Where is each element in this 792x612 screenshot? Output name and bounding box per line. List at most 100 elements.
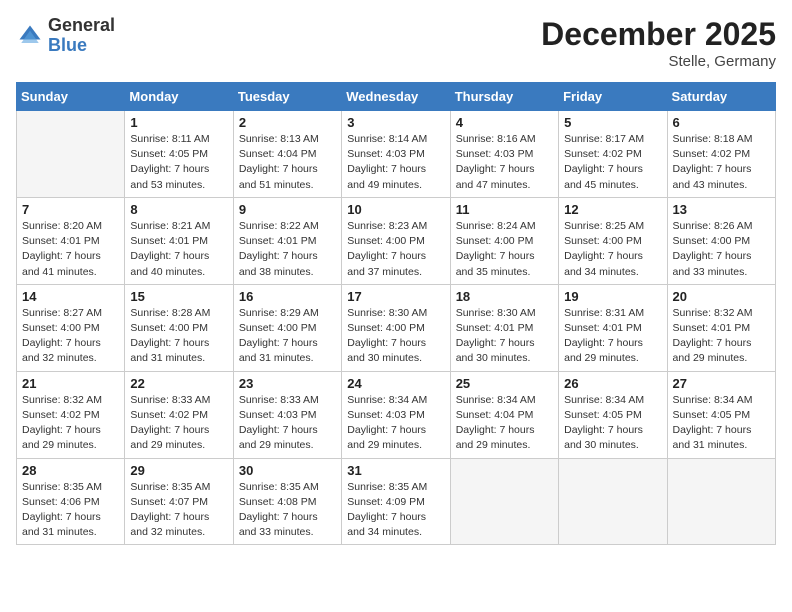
day-info: Sunrise: 8:32 AMSunset: 4:02 PMDaylight:…	[22, 393, 119, 454]
day-cell: 25 Sunrise: 8:34 AMSunset: 4:04 PMDayligh…	[450, 371, 558, 458]
day-info: Sunrise: 8:21 AMSunset: 4:01 PMDaylight:…	[130, 219, 227, 280]
day-number: 7	[22, 202, 119, 217]
day-header-sunday: Sunday	[17, 83, 125, 111]
day-cell: 26 Sunrise: 8:34 AMSunset: 4:05 PMDayligh…	[559, 371, 667, 458]
logo: General Blue	[16, 16, 115, 56]
day-cell: 10 Sunrise: 8:23 AMSunset: 4:00 PMDayligh…	[342, 197, 450, 284]
day-info: Sunrise: 8:34 AMSunset: 4:03 PMDaylight:…	[347, 393, 444, 454]
day-cell: 5 Sunrise: 8:17 AMSunset: 4:02 PMDaylight…	[559, 111, 667, 198]
day-header-thursday: Thursday	[450, 83, 558, 111]
day-number: 21	[22, 376, 119, 391]
day-header-saturday: Saturday	[667, 83, 775, 111]
day-cell: 23 Sunrise: 8:33 AMSunset: 4:03 PMDayligh…	[233, 371, 341, 458]
day-cell	[667, 458, 775, 545]
day-number: 24	[347, 376, 444, 391]
day-cell: 16Sunrise: 8:29 AMSunset: 4:00 PMDayligh…	[233, 284, 341, 371]
logo-icon	[16, 22, 44, 50]
day-number: 30	[239, 463, 336, 478]
day-cell: 21 Sunrise: 8:32 AMSunset: 4:02 PMDayligh…	[17, 371, 125, 458]
calendar-table: SundayMondayTuesdayWednesdayThursdayFrid…	[16, 82, 776, 545]
day-number: 28	[22, 463, 119, 478]
day-cell	[559, 458, 667, 545]
day-info: Sunrise: 8:34 AMSunset: 4:05 PMDaylight:…	[564, 393, 661, 454]
day-cell: 4 Sunrise: 8:16 AMSunset: 4:03 PMDaylight…	[450, 111, 558, 198]
day-info: Sunrise: 8:28 AMSunset: 4:00 PMDaylight:…	[130, 306, 227, 367]
day-info: Sunrise: 8:22 AMSunset: 4:01 PMDaylight:…	[239, 219, 336, 280]
logo-blue-text: Blue	[48, 35, 87, 55]
day-cell	[450, 458, 558, 545]
day-cell: 17 Sunrise: 8:30 AMSunset: 4:00 PMDayligh…	[342, 284, 450, 371]
day-info: Sunrise: 8:35 AMSunset: 4:07 PMDaylight:…	[130, 480, 227, 541]
day-cell: 12 Sunrise: 8:25 AMSunset: 4:00 PMDayligh…	[559, 197, 667, 284]
day-cell: 24 Sunrise: 8:34 AMSunset: 4:03 PMDayligh…	[342, 371, 450, 458]
day-cell	[17, 111, 125, 198]
day-info: Sunrise: 8:35 AMSunset: 4:06 PMDaylight:…	[22, 480, 119, 541]
day-number: 20	[673, 289, 770, 304]
day-cell: 3Sunrise: 8:14 AMSunset: 4:03 PMDaylight…	[342, 111, 450, 198]
day-number: 17	[347, 289, 444, 304]
day-number: 27	[673, 376, 770, 391]
day-number: 1	[130, 115, 227, 130]
day-info: Sunrise: 8:35 AMSunset: 4:09 PMDaylight:…	[347, 480, 444, 541]
week-row-2: 7Sunrise: 8:20 AMSunset: 4:01 PMDaylight…	[17, 197, 776, 284]
day-number: 22	[130, 376, 227, 391]
day-info: Sunrise: 8:11 AMSunset: 4:05 PMDaylight:…	[130, 132, 227, 193]
day-number: 4	[456, 115, 553, 130]
day-number: 29	[130, 463, 227, 478]
day-info: Sunrise: 8:33 AMSunset: 4:03 PMDaylight:…	[239, 393, 336, 454]
day-cell: 15Sunrise: 8:28 AMSunset: 4:00 PMDayligh…	[125, 284, 233, 371]
day-cell: 22Sunrise: 8:33 AMSunset: 4:02 PMDayligh…	[125, 371, 233, 458]
day-number: 12	[564, 202, 661, 217]
day-number: 23	[239, 376, 336, 391]
day-info: Sunrise: 8:24 AMSunset: 4:00 PMDaylight:…	[456, 219, 553, 280]
day-info: Sunrise: 8:31 AMSunset: 4:01 PMDaylight:…	[564, 306, 661, 367]
day-header-friday: Friday	[559, 83, 667, 111]
calendar-subtitle: Stelle, Germany	[541, 53, 776, 70]
day-cell: 20 Sunrise: 8:32 AMSunset: 4:01 PMDayligh…	[667, 284, 775, 371]
day-info: Sunrise: 8:30 AMSunset: 4:00 PMDaylight:…	[347, 306, 444, 367]
title-block: December 2025 Stelle, Germany	[541, 16, 776, 70]
day-cell: 1 Sunrise: 8:11 AMSunset: 4:05 PMDaylight…	[125, 111, 233, 198]
day-number: 19	[564, 289, 661, 304]
day-cell: 30Sunrise: 8:35 AMSunset: 4:08 PMDayligh…	[233, 458, 341, 545]
day-number: 13	[673, 202, 770, 217]
day-number: 6	[673, 115, 770, 130]
week-row-1: 1 Sunrise: 8:11 AMSunset: 4:05 PMDaylight…	[17, 111, 776, 198]
week-row-3: 14Sunrise: 8:27 AMSunset: 4:00 PMDayligh…	[17, 284, 776, 371]
day-header-tuesday: Tuesday	[233, 83, 341, 111]
day-info: Sunrise: 8:32 AMSunset: 4:01 PMDaylight:…	[673, 306, 770, 367]
day-cell: 28 Sunrise: 8:35 AMSunset: 4:06 PMDayligh…	[17, 458, 125, 545]
day-cell: 13Sunrise: 8:26 AMSunset: 4:00 PMDayligh…	[667, 197, 775, 284]
day-info: Sunrise: 8:13 AMSunset: 4:04 PMDaylight:…	[239, 132, 336, 193]
calendar-title: December 2025	[541, 16, 776, 53]
day-info: Sunrise: 8:25 AMSunset: 4:00 PMDaylight:…	[564, 219, 661, 280]
day-header-monday: Monday	[125, 83, 233, 111]
day-info: Sunrise: 8:27 AMSunset: 4:00 PMDaylight:…	[22, 306, 119, 367]
day-cell: 6 Sunrise: 8:18 AMSunset: 4:02 PMDaylight…	[667, 111, 775, 198]
day-info: Sunrise: 8:34 AMSunset: 4:04 PMDaylight:…	[456, 393, 553, 454]
day-number: 9	[239, 202, 336, 217]
day-cell: 19 Sunrise: 8:31 AMSunset: 4:01 PMDayligh…	[559, 284, 667, 371]
day-info: Sunrise: 8:14 AMSunset: 4:03 PMDaylight:…	[347, 132, 444, 193]
day-cell: 11Sunrise: 8:24 AMSunset: 4:00 PMDayligh…	[450, 197, 558, 284]
day-header-wednesday: Wednesday	[342, 83, 450, 111]
day-info: Sunrise: 8:16 AMSunset: 4:03 PMDaylight:…	[456, 132, 553, 193]
day-info: Sunrise: 8:23 AMSunset: 4:00 PMDaylight:…	[347, 219, 444, 280]
day-info: Sunrise: 8:18 AMSunset: 4:02 PMDaylight:…	[673, 132, 770, 193]
day-info: Sunrise: 8:17 AMSunset: 4:02 PMDaylight:…	[564, 132, 661, 193]
day-number: 10	[347, 202, 444, 217]
day-number: 8	[130, 202, 227, 217]
day-number: 5	[564, 115, 661, 130]
day-cell: 27Sunrise: 8:34 AMSunset: 4:05 PMDayligh…	[667, 371, 775, 458]
day-number: 25	[456, 376, 553, 391]
day-number: 16	[239, 289, 336, 304]
day-number: 26	[564, 376, 661, 391]
day-number: 18	[456, 289, 553, 304]
day-cell: 9 Sunrise: 8:22 AMSunset: 4:01 PMDaylight…	[233, 197, 341, 284]
logo-text: General Blue	[48, 16, 115, 56]
logo-general-text: General	[48, 15, 115, 35]
day-info: Sunrise: 8:30 AMSunset: 4:01 PMDaylight:…	[456, 306, 553, 367]
day-cell: 18 Sunrise: 8:30 AMSunset: 4:01 PMDayligh…	[450, 284, 558, 371]
page-header: General Blue December 2025 Stelle, Germa…	[16, 16, 776, 70]
day-cell: 31Sunrise: 8:35 AMSunset: 4:09 PMDayligh…	[342, 458, 450, 545]
